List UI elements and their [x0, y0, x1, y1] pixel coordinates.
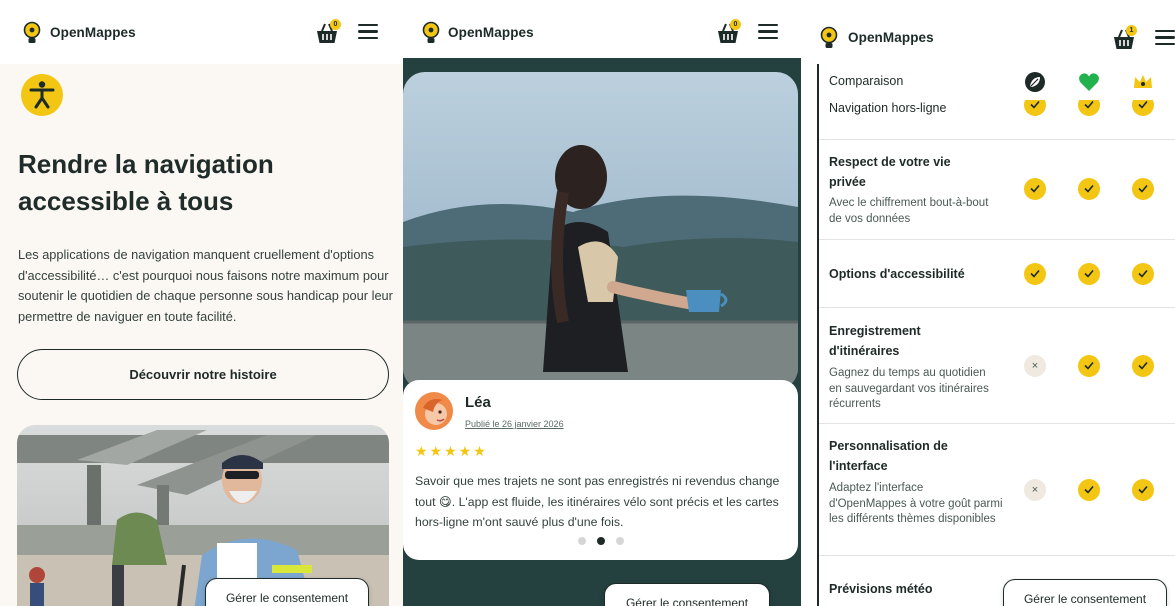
check-icon	[1078, 355, 1100, 377]
logo-icon	[422, 21, 440, 43]
consent-button[interactable]: Gérer le consentement	[604, 583, 770, 606]
row-title: Enregistrement d'itinéraires	[829, 324, 921, 358]
screen-home-accessibility: OpenMappes 0 Rendre la navigation access…	[0, 0, 403, 606]
reviewer-name: Léa	[465, 394, 491, 411]
comparison-row-itineraries: Enregistrement d'itinéraires Gagnez du t…	[819, 308, 1175, 424]
consent-button[interactable]: Gérer le consentement	[205, 578, 369, 606]
review-text: Savoir que mes trajets ne sont pas enreg…	[415, 474, 780, 529]
carousel-dot[interactable]	[578, 537, 586, 545]
top-bar: OpenMappes 1	[801, 0, 1175, 64]
accessibility-icon	[21, 74, 63, 116]
leaf-icon	[1025, 72, 1045, 92]
row-title: Prévisions météo	[829, 582, 933, 596]
logo-icon	[23, 21, 41, 43]
hamburger-menu-icon[interactable]	[1155, 30, 1175, 46]
brand-name[interactable]: OpenMappes	[848, 30, 934, 45]
discover-story-button[interactable]: Découvrir notre histoire	[17, 349, 389, 400]
check-icon	[1132, 263, 1154, 285]
check-icon	[1132, 178, 1154, 200]
basket-count-badge: 0	[730, 19, 741, 30]
row-title: Options d'accessibilité	[829, 267, 965, 281]
carousel-dots	[578, 537, 624, 547]
check-icon	[1024, 263, 1046, 285]
reviewer-avatar	[415, 392, 453, 430]
comparison-row-clipped: Navigation hors-ligne	[819, 94, 1175, 140]
logo-icon	[820, 26, 838, 48]
row-title: Respect de votre vie privée	[829, 155, 951, 189]
check-icon	[1078, 479, 1100, 501]
check-icon	[1132, 355, 1154, 377]
consent-button[interactable]: Gérer le consentement	[1003, 579, 1167, 606]
carousel-dot-active[interactable]	[597, 537, 605, 545]
comparison-row-accessibility: Options d'accessibilité	[819, 240, 1175, 308]
row-title: Personnalisation de l'interface	[829, 439, 948, 473]
basket-count-badge: 1	[1126, 25, 1137, 36]
brand-name[interactable]: OpenMappes	[448, 25, 534, 40]
hamburger-menu-icon[interactable]	[758, 24, 778, 40]
testimonial-photo-woman-with-cup	[403, 72, 798, 390]
hamburger-menu-icon[interactable]	[358, 24, 378, 40]
check-icon	[1078, 178, 1100, 200]
row-description: Adaptez l'interface d'OpenMappes à votre…	[829, 482, 1003, 525]
cross-icon: ×	[1024, 355, 1046, 377]
check-icon	[1024, 178, 1046, 200]
hero-description: Les applications de navigation manquent …	[18, 247, 393, 324]
testimonial-card: Léa Publié le 26 janvier 2026 ★★★★★ Savo…	[403, 380, 798, 560]
carousel-dot[interactable]	[616, 537, 624, 545]
crown-icon	[1134, 75, 1152, 88]
comparison-row-personalisation: Personnalisation de l'interface Adaptez …	[819, 424, 1175, 556]
row-description: Avec le chiffrement bout-à-bout de vos d…	[829, 197, 989, 225]
basket-count-badge: 0	[330, 19, 341, 30]
comparison-row-privacy: Respect de votre vie privée Avec le chif…	[819, 140, 1175, 240]
check-icon	[1078, 263, 1100, 285]
heart-icon	[1079, 73, 1099, 91]
cross-icon: ×	[1024, 479, 1046, 501]
top-bar: OpenMappes 0	[403, 0, 801, 58]
brand-name[interactable]: OpenMappes	[50, 25, 136, 40]
review-date[interactable]: Publié le 26 janvier 2026	[465, 419, 564, 429]
row-title: Navigation hors-ligne	[829, 101, 947, 115]
hero-title: Rendre la navigation accessible à tous	[18, 149, 274, 216]
comparison-title: Comparaison	[829, 74, 904, 88]
row-description: Gagnez du temps au quotidien en sauvegar…	[829, 367, 989, 410]
top-bar: OpenMappes 0	[0, 0, 403, 64]
check-icon	[1132, 479, 1154, 501]
star-rating: ★★★★★	[415, 443, 488, 459]
